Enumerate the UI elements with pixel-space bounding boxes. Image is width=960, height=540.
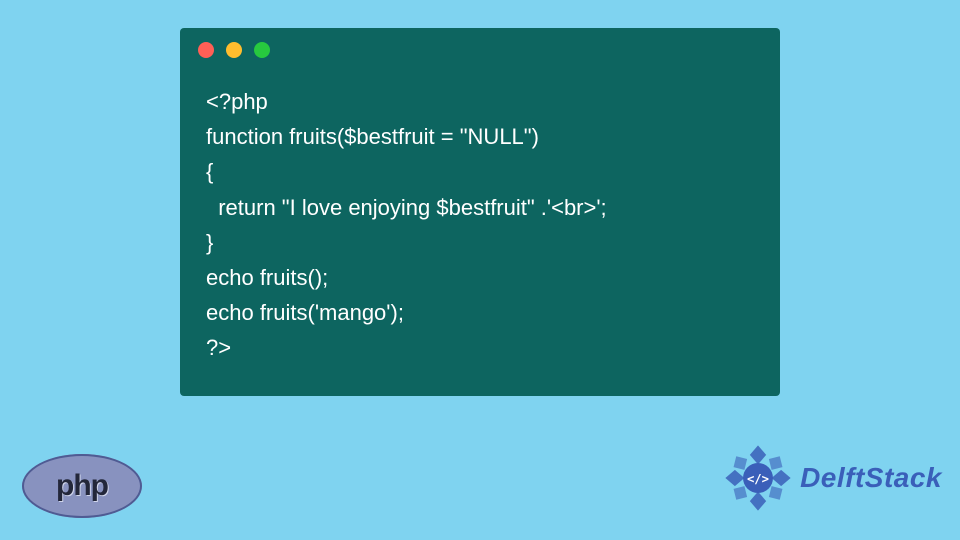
code-line: function fruits($bestfruit = "NULL") [206, 124, 539, 149]
maximize-icon [254, 42, 270, 58]
code-line: { [206, 159, 213, 184]
code-line: ?> [206, 335, 231, 360]
php-logo-text: php [56, 469, 108, 503]
svg-text:</>: </> [747, 472, 769, 486]
delftstack-logo: </> DelftStack [724, 444, 942, 512]
code-line: echo fruits('mango'); [206, 300, 404, 325]
code-line: <?php [206, 89, 268, 114]
code-block: <?php function fruits($bestfruit = "NULL… [180, 72, 780, 366]
delftstack-label: DelftStack [800, 462, 942, 494]
close-icon [198, 42, 214, 58]
code-line: } [206, 230, 213, 255]
window-titlebar [180, 28, 780, 72]
delftstack-icon: </> [724, 444, 792, 512]
code-window: <?php function fruits($bestfruit = "NULL… [180, 28, 780, 396]
code-line: return "I love enjoying $bestfruit" .'<b… [206, 195, 607, 220]
minimize-icon [226, 42, 242, 58]
code-line: echo fruits(); [206, 265, 328, 290]
php-logo: php [22, 454, 142, 518]
